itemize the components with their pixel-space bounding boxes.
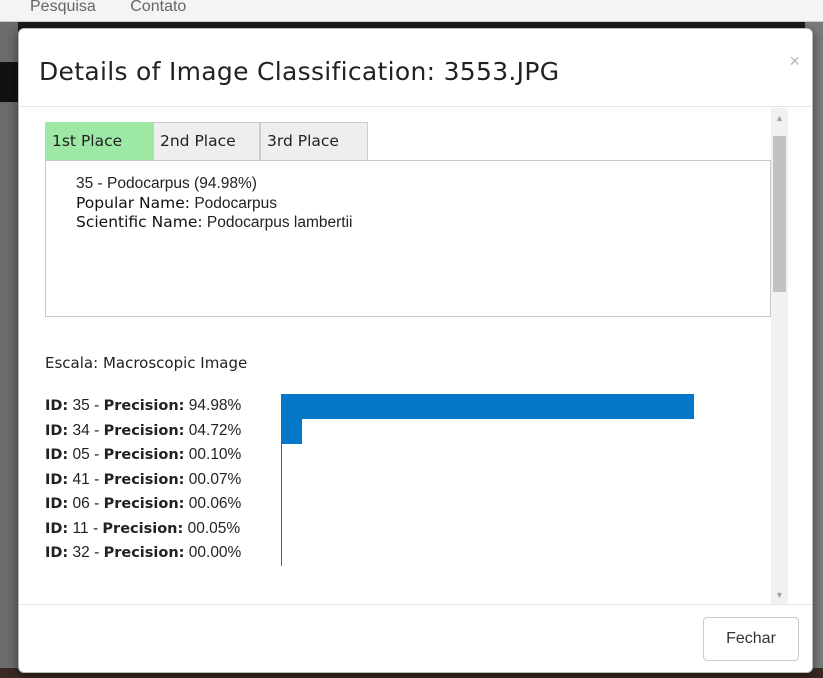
id-value: 06: [72, 495, 90, 512]
precision-bar-track: [281, 541, 701, 566]
id-value: 41: [72, 470, 90, 488]
scroll-down-arrow-icon[interactable]: ▼: [771, 587, 788, 604]
popular-name-value: Podocarpus: [194, 194, 278, 212]
tab-1st-place[interactable]: 1st Place: [45, 122, 153, 160]
popular-name-label: Popular Name:: [76, 193, 190, 212]
classification-modal: Details of Image Classification: 3553.JP…: [18, 28, 813, 673]
background-left-strip: [0, 22, 18, 678]
scientific-name-value: Podocarpus lambertii: [206, 214, 353, 231]
modal-title: Details of Image Classification: 3553.JP…: [39, 57, 560, 86]
precision-row-text: ID: 41 - Precision: 00.07%: [45, 470, 242, 488]
precision-row-text: ID: 32 - Precision: 00.00%: [45, 544, 242, 561]
precision-bar: [281, 492, 282, 517]
id-label: ID:: [45, 496, 69, 512]
precision-row-text: ID: 11 - Precision: 00.05%: [45, 519, 241, 537]
popular-name-line: Popular Name: Podocarpus: [76, 194, 740, 214]
precision-bar: [281, 541, 282, 566]
precision-label: Precision:: [103, 422, 185, 439]
precision-row: ID: 06 - Precision: 00.06%: [45, 492, 772, 517]
precision-label: Precision:: [103, 447, 185, 463]
vertical-scrollbar[interactable]: ▲ ▼: [771, 108, 788, 604]
modal-scroll-content: 1st Place 2nd Place 3rd Place 35 - Podoc…: [45, 122, 772, 566]
precision-list: ID: 35 - Precision: 94.98% ID: 34 - Preci…: [45, 394, 772, 566]
background-nav-item: Pesquisa: [30, 0, 96, 15]
precision-label: Precision:: [103, 545, 185, 561]
precision-bar-track: [281, 516, 701, 542]
id-label: ID:: [45, 447, 69, 463]
precision-row-text: ID: 34 - Precision: 04.72%: [45, 421, 242, 439]
classification-heading: 35 - Podocarpus (94.98%): [76, 175, 257, 192]
precision-bar: [281, 516, 282, 542]
escala-line: Escala: Macroscopic Image: [45, 354, 772, 372]
precision-row-text: ID: 05 - Precision: 00.10%: [45, 446, 242, 463]
precision-bar: [281, 443, 282, 468]
precision-value: 00.10%: [188, 446, 242, 463]
id-value: 35: [72, 397, 90, 414]
precision-row-text: ID: 06 - Precision: 00.06%: [45, 495, 242, 512]
precision-bar: [281, 418, 302, 444]
scientific-name-label: Scientific Name:: [76, 213, 203, 231]
modal-header: Details of Image Classification: 3553.JP…: [19, 29, 812, 107]
tab-3rd-place[interactable]: 3rd Place: [260, 122, 368, 160]
precision-row-text: ID: 35 - Precision: 94.98%: [45, 397, 242, 414]
precision-value: 00.00%: [188, 544, 242, 561]
precision-row: ID: 32 - Precision: 00.00%: [45, 541, 772, 566]
id-label: ID:: [45, 471, 69, 488]
precision-bar-track: [281, 443, 701, 468]
id-value: 05: [72, 446, 90, 463]
precision-bar-track: [281, 467, 701, 493]
scientific-name-line: Scientific Name: Podocarpus lambertii: [76, 213, 740, 233]
precision-value: 00.07%: [188, 470, 242, 488]
precision-bar-track: [281, 492, 701, 517]
precision-label: Precision:: [103, 496, 185, 512]
modal-body[interactable]: 1st Place 2nd Place 3rd Place 35 - Podoc…: [19, 108, 812, 604]
fechar-button[interactable]: Fechar: [703, 617, 799, 661]
place-tabs: 1st Place 2nd Place 3rd Place: [45, 122, 772, 160]
scrollbar-thumb[interactable]: [773, 136, 786, 292]
precision-value: 00.05%: [187, 519, 241, 537]
precision-value: 04.72%: [188, 421, 242, 439]
tab-panel: 35 - Podocarpus (94.98%) Popular Name: P…: [45, 160, 771, 317]
escala-label: Escala:: [45, 354, 99, 372]
scroll-up-arrow-icon[interactable]: ▲: [771, 110, 788, 127]
precision-label: Precision:: [102, 520, 184, 537]
id-label: ID:: [45, 520, 69, 537]
precision-row: ID: 41 - Precision: 00.07%: [45, 467, 772, 493]
precision-row: ID: 05 - Precision: 00.10%: [45, 443, 772, 468]
precision-label: Precision:: [103, 471, 185, 488]
precision-row: ID: 35 - Precision: 94.98%: [45, 394, 772, 419]
id-label: ID:: [45, 545, 69, 561]
id-value: 32: [72, 544, 90, 561]
precision-value: 00.06%: [188, 495, 242, 512]
precision-row: ID: 11 - Precision: 00.05%: [45, 516, 772, 542]
id-label: ID:: [45, 398, 69, 414]
precision-bar-track: [281, 418, 701, 444]
id-label: ID:: [45, 422, 69, 439]
background-nav: Pesquisa Contato: [0, 0, 823, 22]
id-value: 34: [72, 421, 90, 439]
precision-label: Precision:: [103, 398, 185, 414]
close-icon[interactable]: ×: [789, 51, 800, 72]
background-nav-item: Contato: [130, 0, 187, 15]
tab-2nd-place[interactable]: 2nd Place: [153, 122, 260, 160]
precision-value: 94.98%: [188, 397, 242, 414]
precision-bar: [281, 394, 695, 419]
precision-bar-track: [281, 394, 701, 419]
precision-bar: [281, 467, 282, 493]
precision-row: ID: 34 - Precision: 04.72%: [45, 418, 772, 444]
modal-footer: Fechar: [19, 604, 812, 672]
id-value: 11: [72, 519, 89, 537]
escala-value: Macroscopic Image: [102, 354, 248, 372]
